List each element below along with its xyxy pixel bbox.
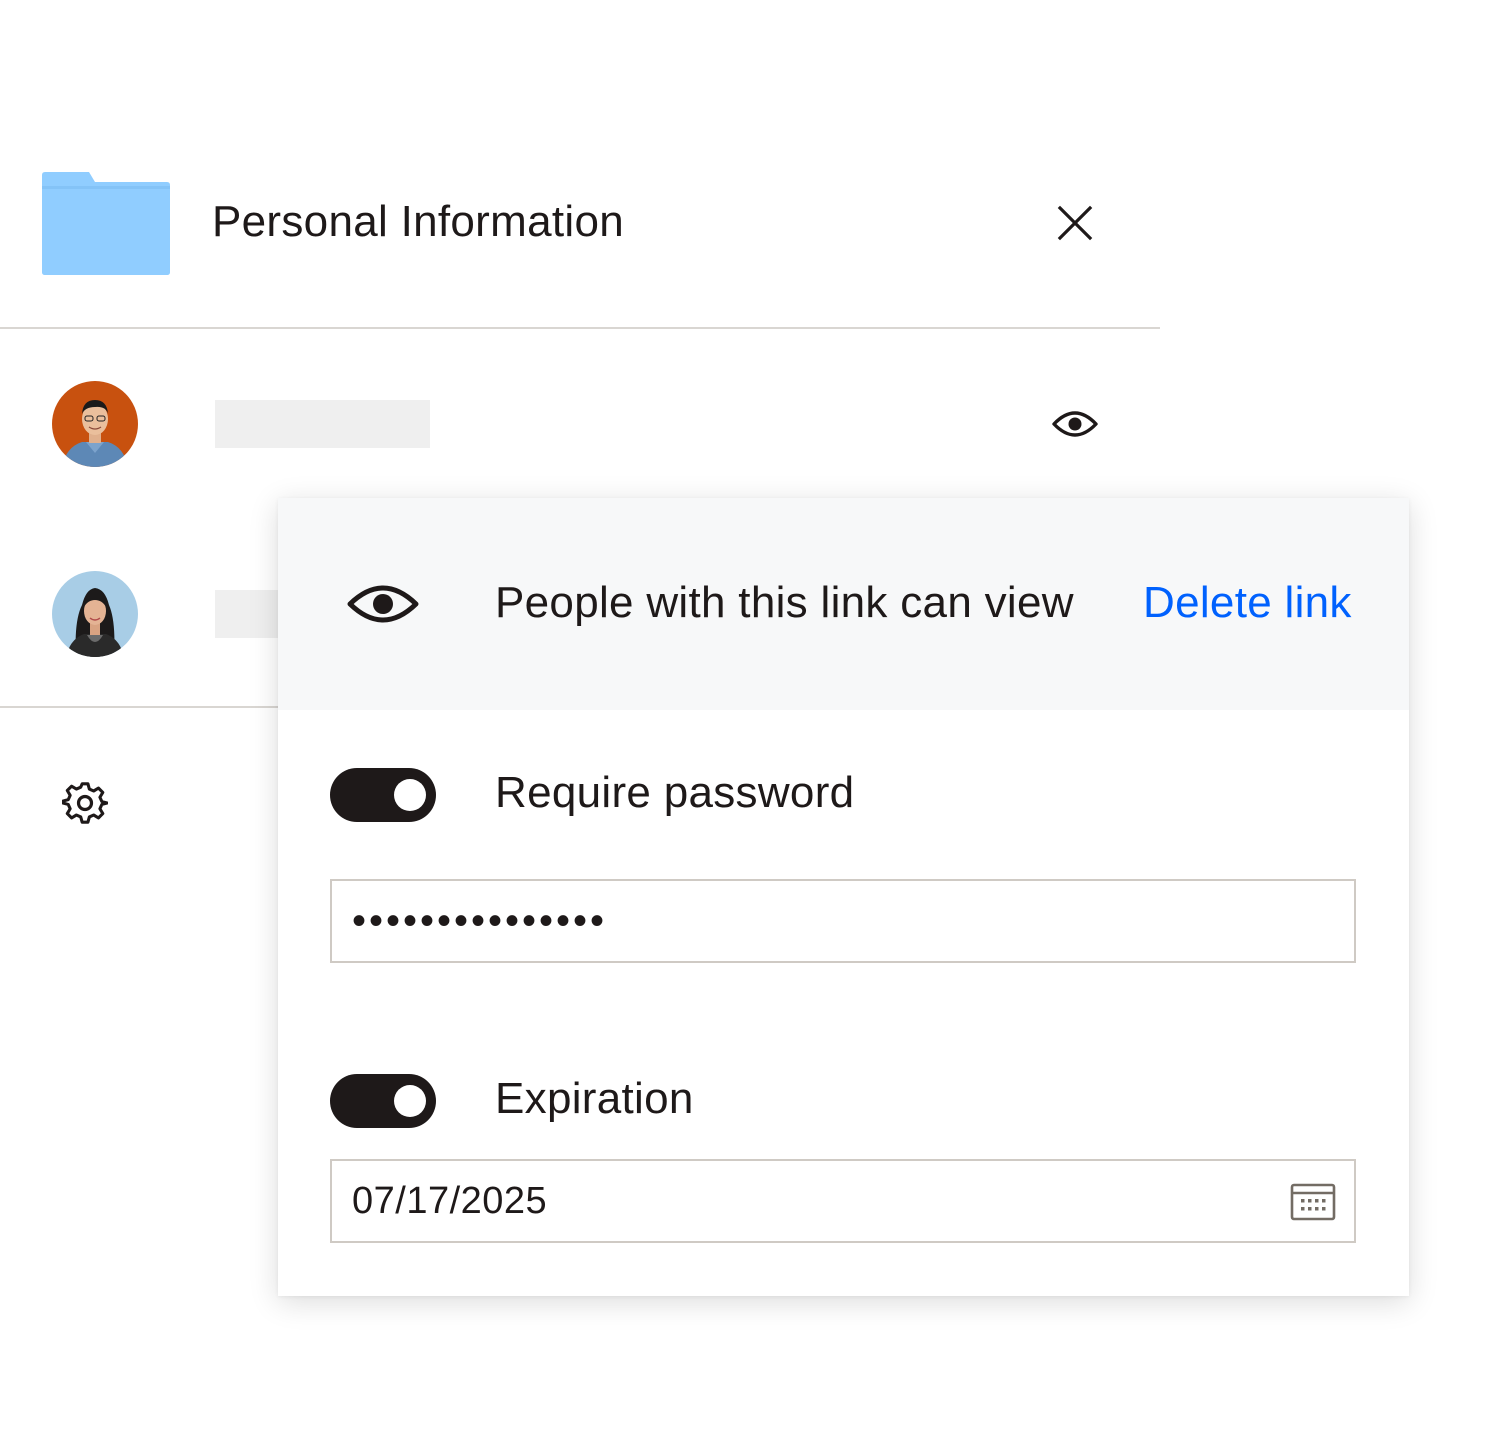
close-button[interactable]	[1048, 196, 1102, 250]
link-settings-panel: People with this link can view Delete li…	[278, 498, 1409, 1296]
password-input[interactable]	[352, 881, 1252, 961]
member-name-placeholder	[215, 590, 285, 638]
toggle-knob	[394, 779, 426, 811]
require-password-toggle[interactable]	[330, 768, 436, 822]
folder-title: Personal Information	[212, 197, 624, 246]
eye-icon	[346, 576, 420, 632]
gear-icon	[61, 782, 109, 824]
permission-button[interactable]	[1050, 402, 1100, 446]
toggle-knob	[394, 1085, 426, 1117]
password-field[interactable]	[330, 879, 1356, 963]
header-divider	[0, 327, 1160, 329]
delete-link-button[interactable]: Delete link	[1143, 576, 1352, 630]
eye-icon	[1052, 411, 1098, 437]
avatar	[52, 571, 138, 657]
link-access-text: People with this link can view	[495, 578, 1074, 627]
calendar-button[interactable]	[1290, 1181, 1336, 1221]
avatar	[52, 381, 138, 467]
close-icon	[1057, 205, 1093, 241]
settings-button[interactable]	[61, 780, 109, 826]
expiration-date-field[interactable]	[330, 1159, 1356, 1243]
expiration-date-input[interactable]	[352, 1161, 1252, 1241]
require-password-label: Require password	[495, 768, 855, 817]
member-name-placeholder	[215, 400, 430, 448]
members-divider	[0, 706, 280, 708]
link-access-header: People with this link can view Delete li…	[278, 498, 1409, 710]
expiration-toggle[interactable]	[330, 1074, 436, 1128]
folder-icon	[42, 172, 170, 275]
calendar-icon	[1290, 1183, 1336, 1221]
expiration-label: Expiration	[495, 1074, 694, 1123]
